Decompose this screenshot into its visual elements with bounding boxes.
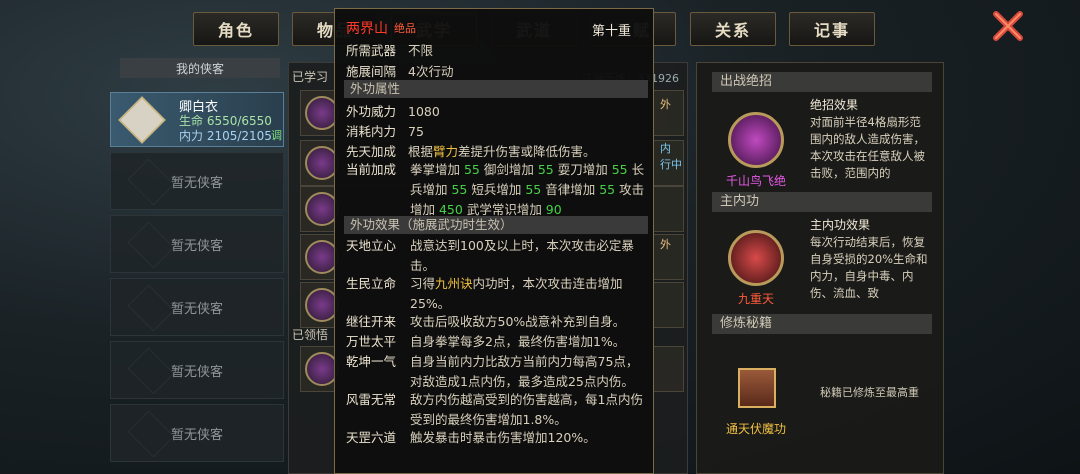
current-bonus-text: 拳掌增加 55 御剑增加 55 耍刀增加 55 长兵增加 55 短兵增加 55 … — [410, 160, 646, 220]
internal-effect-title: 主内功效果 — [810, 218, 871, 232]
current-bonus-line: 拳掌增加 55 御剑增加 55 耍刀增加 55 长 — [410, 162, 645, 177]
tab-character[interactable]: 角色 — [193, 12, 279, 46]
tab-relations[interactable]: 关系 — [690, 12, 776, 46]
internal-skill-icon[interactable] — [728, 230, 784, 286]
ultimate-effect-title: 绝招效果 — [810, 98, 859, 112]
ultimate-effect-desc: 对面前半径4格扇形范围内的敌人造成伤害，本次攻击在任意敌人被击败，范围内的 — [810, 115, 925, 180]
skill-type-tag: 外 — [660, 98, 671, 111]
skill-type-tag: 行中 — [660, 158, 682, 171]
empty-slot-label: 暂无侠客 — [170, 365, 223, 380]
main-internal-header: 主内功 — [712, 192, 932, 212]
skill-title: 两界山 — [346, 21, 388, 37]
close-icon[interactable] — [990, 8, 1026, 44]
avatar — [118, 96, 166, 144]
cast-interval-row: 施展间隔 4次行动 — [346, 64, 454, 79]
tab-journal[interactable]: 记事 — [789, 12, 875, 46]
learned-label: 已学习 — [292, 70, 329, 84]
skill-level: 第十重 — [592, 24, 632, 39]
character-slot-empty[interactable]: 暂无侠客 — [110, 278, 284, 336]
mp-cost-row: 消耗内力 75 — [346, 124, 424, 139]
required-weapon-row: 所需武器 不限 — [346, 43, 434, 58]
skill-type-tag: 内 — [660, 142, 671, 155]
internal-skill-name: 九重天 — [737, 292, 774, 306]
secret-book-header: 修炼秘籍 — [712, 314, 932, 334]
empty-slot-label: 暂无侠客 — [170, 239, 223, 254]
current-bonus-row: 当前加成 拳掌增加 55 御剑增加 55 耍刀增加 55 长兵增加 55 短兵增… — [346, 160, 644, 220]
skill-rank-badge: 绝品 — [394, 22, 416, 35]
character-slot-empty[interactable]: 暂无侠客 — [110, 215, 284, 273]
secret-book-note: 秘籍已修炼至最高重 — [820, 386, 919, 399]
character-slot-empty[interactable]: 暂无侠客 — [110, 404, 284, 462]
power-row: 外功威力 1080 — [346, 104, 440, 119]
empty-slot-label: 暂无侠客 — [170, 302, 223, 317]
book-icon[interactable] — [738, 368, 776, 408]
character-tag: 调 — [271, 129, 282, 142]
character-slot-empty[interactable]: 暂无侠客 — [110, 341, 284, 399]
character-mp: 内力 2105/2105 — [179, 129, 272, 143]
ultimate-skill-name: 千山鸟飞绝 — [725, 174, 786, 188]
insight-label: 已领悟 — [292, 328, 329, 342]
empty-slot-label: 暂无侠客 — [170, 428, 223, 443]
skill-type-tag: 外 — [660, 238, 671, 251]
internal-effect-desc: 每次行动结束后，恢复自身受损的20%生命和内力，自身中毒、内伤、流血、致 — [810, 235, 928, 300]
my-characters-header: 我的侠客 — [120, 58, 280, 78]
character-slot-empty[interactable]: 暂无侠客 — [110, 152, 284, 210]
innate-bonus-row: 先天加成 根据臂力差提升伤害或降低伤害。 — [346, 144, 596, 159]
ultimate-skill-icon[interactable] — [728, 112, 784, 168]
secret-book-name: 通天伏魔功 — [725, 422, 786, 436]
external-attr-header: 外功属性 — [344, 80, 648, 98]
current-bonus-line: 兵增加 55 短兵增加 55 音律增加 55 攻击 — [410, 182, 645, 197]
character-slot-active[interactable]: 卿白衣 生命 6550/6550 内力 2105/2105 调 — [110, 92, 284, 147]
ultimate-header: 出战绝招 — [712, 72, 932, 92]
empty-slot-label: 暂无侠客 — [170, 176, 223, 191]
external-effect-header: 外功效果（施展武功时生效） — [344, 216, 648, 234]
